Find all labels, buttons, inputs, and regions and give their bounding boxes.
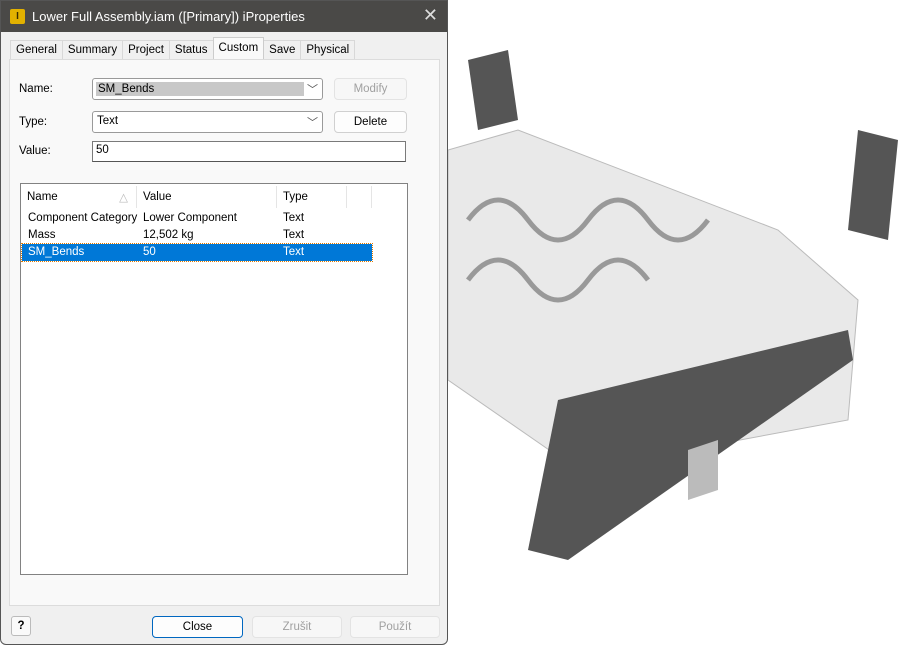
cell-type: Text [283, 212, 305, 224]
column-header-name[interactable]: Name △ [21, 186, 137, 208]
column-header-type[interactable]: Type [277, 186, 347, 208]
cell-type: Text [283, 246, 305, 258]
cell-value: 12,502 kg [143, 229, 194, 241]
bracket-left [468, 50, 518, 130]
value-input[interactable]: 50 [92, 141, 406, 162]
close-button[interactable]: Close [152, 616, 243, 638]
cell-type: Text [283, 229, 305, 241]
cell-value: 50 [143, 246, 156, 258]
name-combobox[interactable]: SM_Bends ﹀ [92, 78, 323, 100]
chevron-down-icon[interactable]: ﹀ [307, 81, 318, 97]
modify-button[interactable]: Modify [334, 78, 407, 100]
tab-physical[interactable]: Physical [300, 40, 356, 60]
table-row-selected[interactable]: SM_Bends 50 Text [21, 243, 373, 262]
type-value: Text [97, 115, 119, 127]
table-row[interactable]: Component Category Lower Component Text [22, 210, 372, 227]
type-combobox[interactable]: Text ﹀ [92, 111, 323, 133]
close-icon[interactable]: ✕ [423, 5, 438, 26]
tab-general[interactable]: General [10, 40, 63, 60]
name-value: SM_Bends [96, 82, 304, 96]
inventor-app-icon: I [10, 9, 25, 24]
rail-slider [688, 440, 718, 500]
tab-custom[interactable]: Custom [212, 37, 265, 59]
tab-summary[interactable]: Summary [61, 40, 124, 60]
window-title: Lower Full Assembly.iam ([Primary]) iPro… [32, 9, 305, 24]
help-button[interactable]: ? [11, 616, 31, 636]
header-label: Name [27, 191, 58, 203]
assembly-3d-view [448, 50, 898, 560]
cell-name: SM_Bends [28, 246, 85, 258]
tab-strip: General Summary Project Status Custom Sa… [10, 37, 356, 60]
apply-button[interactable]: Použít [350, 616, 440, 638]
name-label: Name: [19, 83, 53, 95]
tab-save[interactable]: Save [263, 40, 302, 60]
delete-button[interactable]: Delete [334, 111, 407, 133]
cell-name: Mass [28, 229, 56, 241]
column-header-value[interactable]: Value [137, 186, 277, 208]
properties-list[interactable]: Name △ Value Type Component Category Lowe… [20, 183, 408, 575]
chevron-down-icon[interactable]: ﹀ [307, 114, 318, 130]
sort-icon: △ [119, 192, 128, 204]
cell-name: Component Category [28, 212, 138, 224]
tab-status[interactable]: Status [168, 40, 214, 60]
value-label: Value: [19, 145, 51, 157]
iproperties-dialog: I Lower Full Assembly.iam ([Primary]) iP… [0, 0, 448, 645]
table-row[interactable]: Mass 12,502 kg Text [22, 227, 372, 244]
tab-project[interactable]: Project [122, 40, 170, 60]
title-bar: I Lower Full Assembly.iam ([Primary]) iP… [1, 1, 447, 32]
bracket-right [848, 130, 898, 240]
type-label: Type: [19, 116, 48, 128]
column-header-blank [347, 186, 372, 208]
cancel-button[interactable]: Zrušit [252, 616, 342, 638]
cell-value: Lower Component [143, 212, 237, 224]
